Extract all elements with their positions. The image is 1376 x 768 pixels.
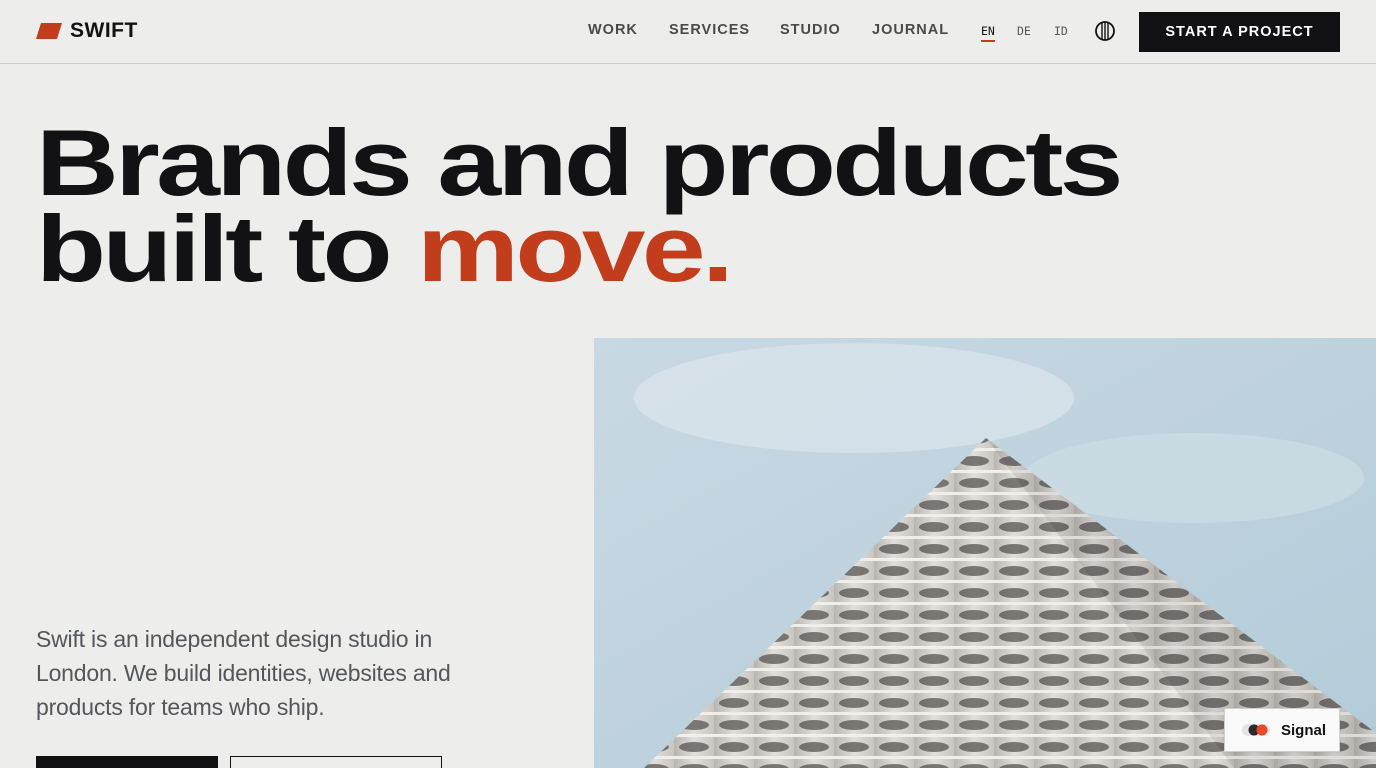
parallelogram-icon [36,23,62,39]
building-illustration [594,338,1376,768]
nav-item-work[interactable]: WORK [588,22,638,38]
site-header: SWIFT WORK SERVICES STUDIO JOURNAL EN DE… [0,0,1376,64]
start-project-button[interactable]: START A PROJECT [1139,12,1340,52]
nav-item-studio[interactable]: STUDIO [780,22,841,38]
brand-name: SWIFT [70,19,138,42]
headline-accent: move. [417,196,734,301]
signal-badge[interactable]: Signal [1224,708,1340,752]
headline-line-2: built to [36,196,418,301]
language-de[interactable]: DE [1017,24,1031,38]
secondary-button[interactable] [230,756,442,768]
toggle-dots-icon [1242,724,1270,736]
contrast-icon[interactable] [1094,20,1116,42]
language-id[interactable]: ID [1054,24,1068,38]
nav-item-journal[interactable]: JOURNAL [872,22,949,38]
primary-button[interactable] [36,756,218,768]
intro-text: Swift is an independent design studio in… [36,626,451,720]
signal-label: Signal [1281,721,1327,739]
language-en[interactable]: EN [981,24,995,42]
modern-building-image [594,338,1376,768]
hero-headline: Brands and products built to move. [36,116,1123,296]
nav-item-services[interactable]: SERVICES [669,22,750,38]
logo[interactable]: SWIFT [36,18,138,44]
